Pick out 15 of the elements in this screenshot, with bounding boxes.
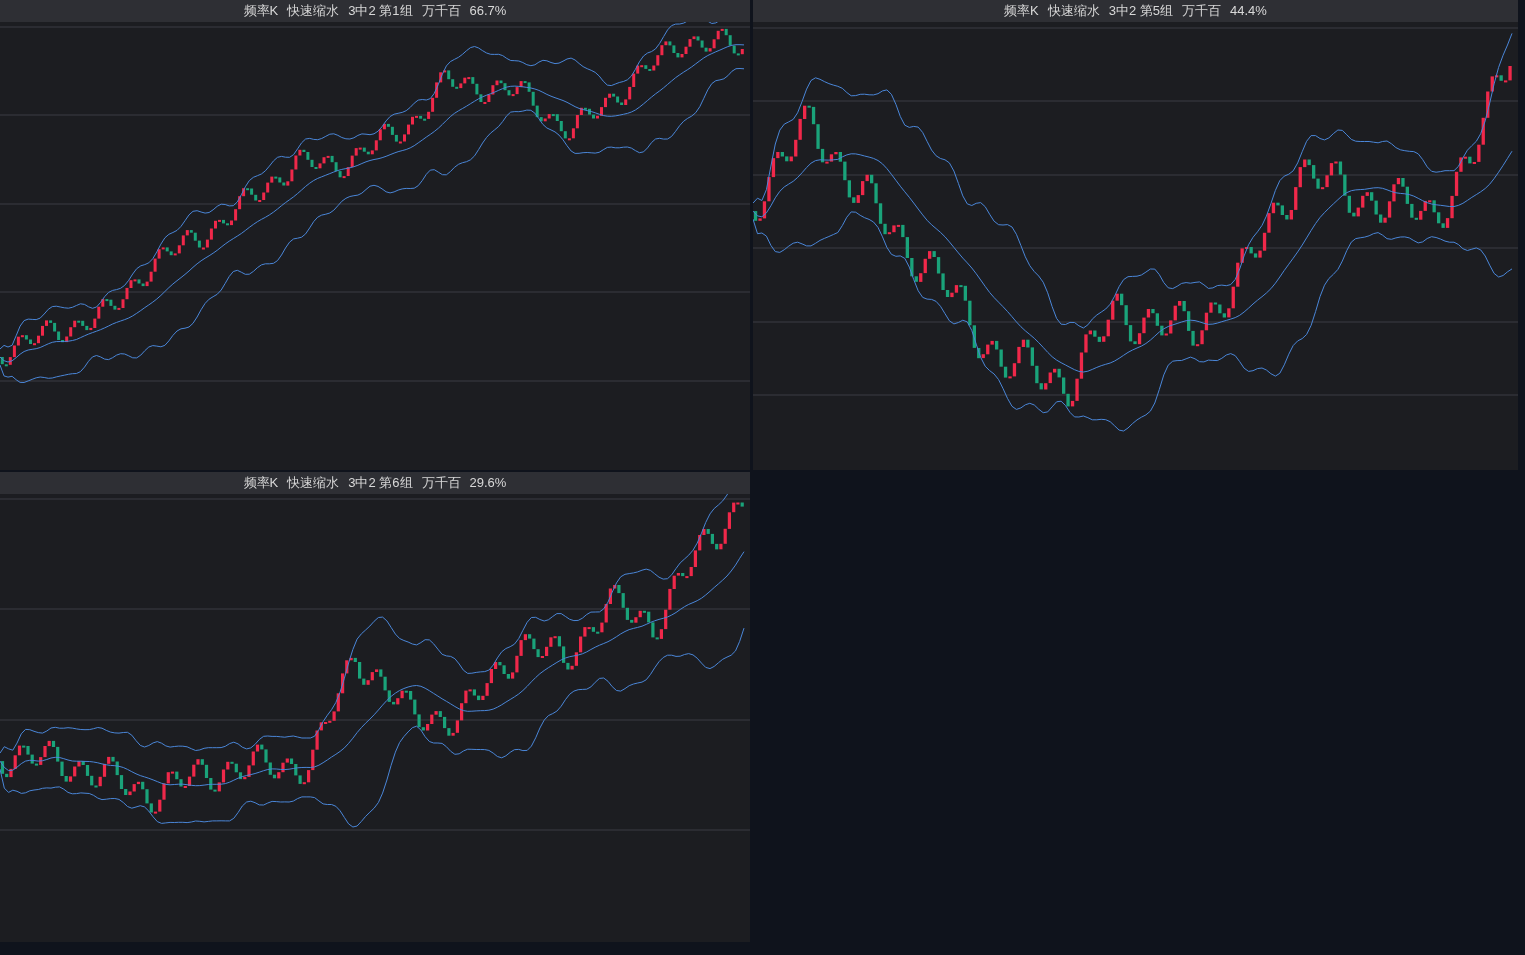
panel-title: 频率K <box>1004 2 1039 21</box>
panel-title: 3中2 第5组 <box>1108 2 1174 21</box>
panel-title: 万千百 <box>421 2 461 21</box>
panel-title: 快速缩水 <box>287 2 340 21</box>
panel-title: 44.4% <box>1230 2 1267 21</box>
panel-title: 66.7% <box>469 2 507 21</box>
panel-title: 快速缩水 <box>1047 2 1100 21</box>
panel-title: 万千百 <box>421 474 461 493</box>
panel-title: 3中2 第6组 <box>348 474 413 493</box>
panel-title: 频率K <box>243 2 279 21</box>
panel-title: 万千百 <box>1182 2 1222 21</box>
panel-title: 3中2 第1组 <box>348 2 413 21</box>
panel-title: 快速缩水 <box>287 474 340 493</box>
panel-title: 频率K <box>243 474 279 493</box>
panel-title: 29.6% <box>469 474 507 493</box>
